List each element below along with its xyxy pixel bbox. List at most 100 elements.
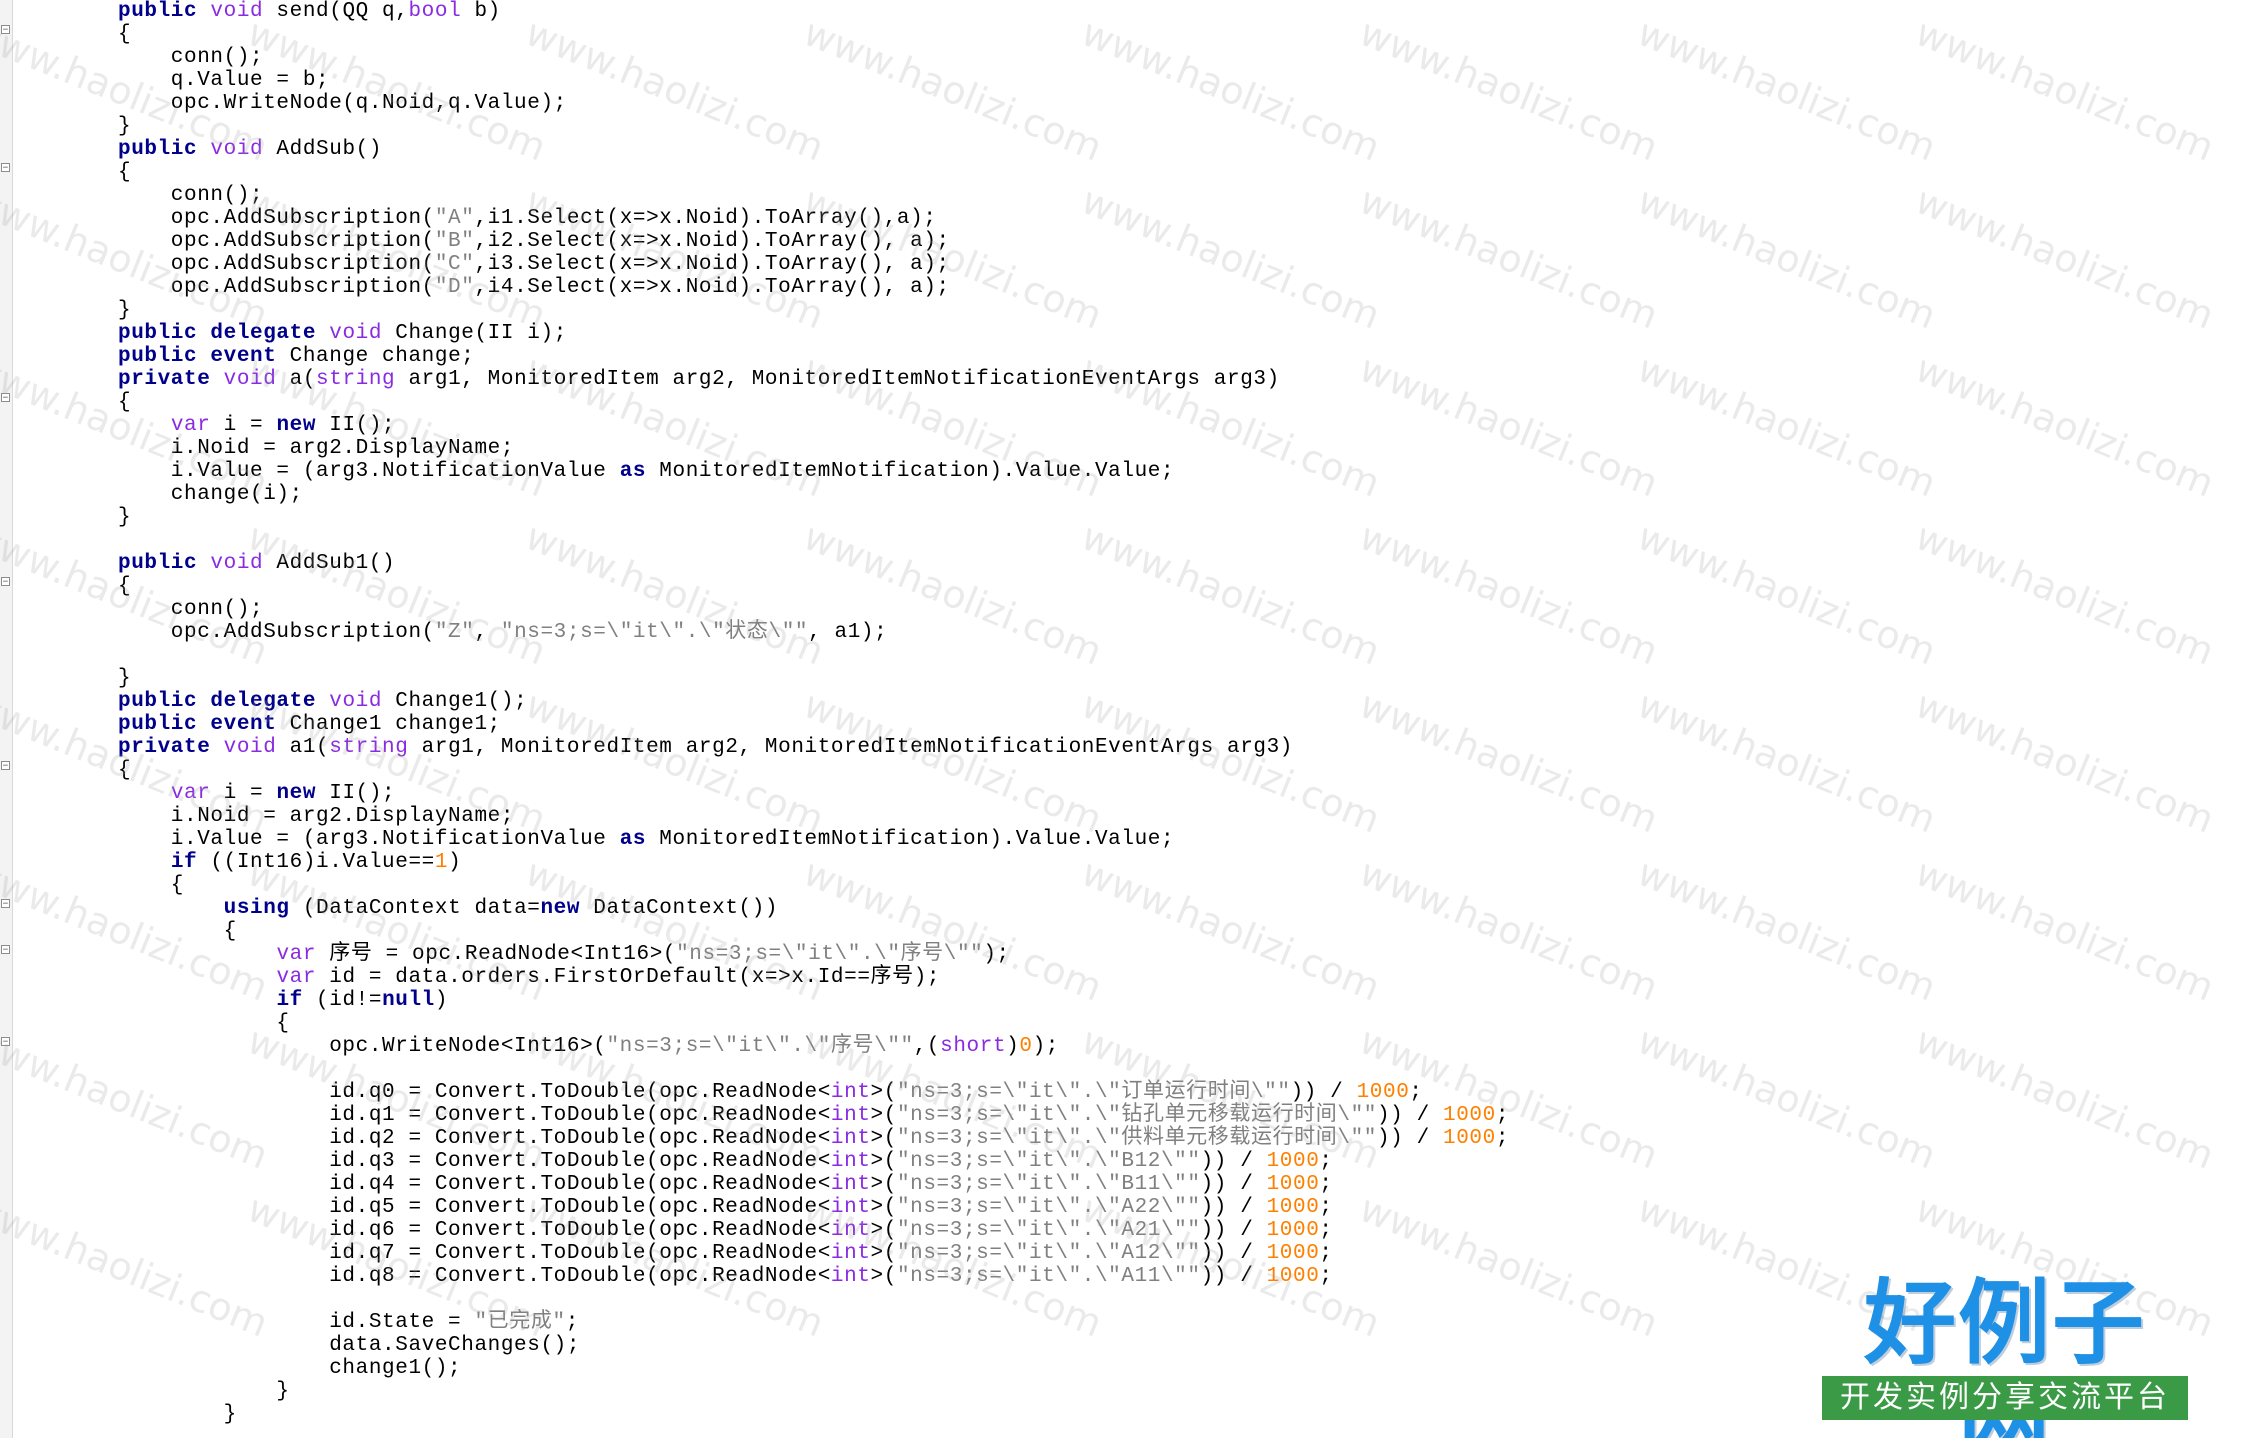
code-line[interactable]: var 序号 = opc.ReadNode<Int16>("ns=3;s=\"i… [118, 943, 1010, 966]
code-line[interactable]: id.q5 = Convert.ToDouble(opc.ReadNode<in… [118, 1196, 1333, 1219]
code-line[interactable]: } [118, 1403, 237, 1426]
code-token: } [118, 299, 132, 322]
code-line[interactable]: } [118, 506, 131, 529]
fold-toggle-icon[interactable]: − [1, 1037, 10, 1047]
code-line[interactable]: id.q6 = Convert.ToDouble(opc.ReadNode<in… [118, 1219, 1333, 1242]
code-editor[interactable]: − − − − − − − − public void send(QQ q,bool b){ … [0, 0, 2262, 1438]
code-token: "ns=3;s=\"it\".\"序号\"" [606, 1035, 914, 1058]
fold-toggle-icon[interactable]: − [1, 393, 10, 403]
code-line[interactable]: q.Value = b; [118, 69, 329, 92]
code-token: data.SaveChanges(); [118, 1334, 581, 1357]
code-token: var [276, 966, 317, 989]
code-token: Change change; [276, 345, 475, 368]
code-token: 1000 [1443, 1127, 1496, 1150]
code-line[interactable]: id.q1 = Convert.ToDouble(opc.ReadNode<in… [118, 1104, 1509, 1127]
code-line[interactable]: opc.WriteNode<Int16>("ns=3;s=\"it\".\"序号… [118, 1035, 1059, 1058]
code-line[interactable]: { [118, 575, 131, 598]
code-line[interactable]: change1(); [118, 1357, 461, 1380]
code-line[interactable]: { [118, 23, 131, 46]
code-line[interactable]: conn(); [118, 184, 263, 207]
code-token: id.q3 = Convert.ToDouble(opc.ReadNode< [118, 1150, 831, 1173]
code-token: private [118, 736, 211, 759]
fold-toggle-icon[interactable]: − [1, 163, 10, 173]
code-line[interactable]: opc.WriteNode(q.Noid,q.Value); [118, 92, 567, 115]
code-line[interactable]: } [118, 115, 131, 138]
code-line[interactable]: conn(); [118, 598, 263, 621]
code-line[interactable]: opc.AddSubscription("A",i1.Select(x=>x.N… [118, 207, 937, 230]
code-token: 1000 [1266, 1219, 1320, 1242]
code-line[interactable]: public void AddSub1() [118, 552, 395, 575]
code-line[interactable]: id.q0 = Convert.ToDouble(opc.ReadNode<in… [118, 1081, 1423, 1104]
code-line[interactable]: opc.AddSubscription("B",i2.Select(x=>x.N… [118, 230, 950, 253]
code-line[interactable]: public event Change change; [118, 345, 474, 368]
code-line[interactable]: { [118, 1012, 290, 1035]
fold-toggle-icon[interactable]: − [1, 945, 10, 955]
code-line[interactable]: var i = new II(); [118, 782, 395, 805]
code-line[interactable]: i.Value = (arg3.NotificationValue as Mon… [118, 460, 1174, 483]
code-line[interactable]: id.State = "已完成"; [118, 1311, 579, 1334]
code-line[interactable]: i.Noid = arg2.DisplayName; [118, 805, 514, 828]
code-token: void [210, 138, 264, 161]
code-token: "C" [434, 253, 475, 276]
code-line[interactable]: { [118, 759, 131, 782]
code-line[interactable]: id.q8 = Convert.ToDouble(opc.ReadNode<in… [118, 1265, 1333, 1288]
code-token: >( [870, 1196, 897, 1219]
code-line[interactable]: opc.AddSubscription("Z", "ns=3;s=\"it\".… [118, 621, 887, 644]
code-line[interactable]: } [118, 299, 131, 322]
code-line[interactable]: using (DataContext data=new DataContext(… [118, 897, 778, 920]
code-line[interactable]: } [118, 667, 131, 690]
code-line[interactable]: private void a(string arg1, MonitoredIte… [118, 368, 1280, 391]
code-token: id.q4 = Convert.ToDouble(opc.ReadNode< [118, 1173, 831, 1196]
code-token: if [276, 989, 303, 1012]
code-line[interactable]: id.q2 = Convert.ToDouble(opc.ReadNode<in… [118, 1127, 1509, 1150]
code-line[interactable]: id.q7 = Convert.ToDouble(opc.ReadNode<in… [118, 1242, 1333, 1265]
code-line[interactable]: public void send(QQ q,bool b) [118, 0, 501, 23]
code-line[interactable]: opc.AddSubscription("D",i4.Select(x=>x.N… [118, 276, 950, 299]
code-line[interactable]: opc.AddSubscription("C",i3.Select(x=>x.N… [118, 253, 950, 276]
code-line[interactable]: var id = data.orders.FirstOrDefault(x=>x… [118, 966, 940, 989]
code-token: 1000 [1266, 1242, 1320, 1265]
code-line[interactable]: { [118, 161, 131, 184]
code-line[interactable]: conn(); [118, 46, 263, 69]
code-token: change1(); [118, 1357, 462, 1380]
code-line[interactable]: var i = new II(); [118, 414, 395, 437]
code-line[interactable]: data.SaveChanges(); [118, 1334, 580, 1357]
fold-toggle-icon[interactable]: − [1, 25, 10, 35]
code-area[interactable]: public void send(QQ q,bool b){ conn(); q… [118, 0, 2262, 1438]
code-token: ; [1495, 1127, 1510, 1150]
code-line[interactable]: if ((Int16)i.Value==1) [118, 851, 461, 874]
code-token: q.Value = b; [118, 69, 330, 92]
code-line[interactable]: i.Value = (arg3.NotificationValue as Mon… [118, 828, 1174, 851]
code-line[interactable]: private void a1(string arg1, MonitoredIt… [118, 736, 1293, 759]
code-line[interactable]: if (id!=null) [118, 989, 448, 1012]
code-line[interactable]: } [118, 1380, 290, 1403]
code-line[interactable]: id.q4 = Convert.ToDouble(opc.ReadNode<in… [118, 1173, 1333, 1196]
code-line[interactable]: public delegate void Change(II i); [118, 322, 567, 345]
code-token: )) / [1200, 1242, 1267, 1265]
fold-toggle-icon[interactable]: − [1, 899, 10, 909]
code-line[interactable]: i.Noid = arg2.DisplayName; [118, 437, 514, 460]
code-line[interactable]: { [118, 391, 131, 414]
code-token: ); [1032, 1035, 1059, 1058]
code-line[interactable]: { [118, 874, 184, 897]
code-token: ,i2.Select(x=>x.Noid).ToArray(), a); [474, 230, 950, 253]
code-line[interactable]: public void AddSub() [118, 138, 382, 161]
code-token: int [830, 1196, 871, 1219]
code-token: int [830, 1127, 871, 1150]
fold-toggle-icon[interactable]: − [1, 577, 10, 587]
code-token: id.q8 = Convert.ToDouble(opc.ReadNode< [118, 1265, 831, 1288]
code-line[interactable]: public event Change1 change1; [118, 713, 501, 736]
code-token: using [223, 897, 290, 920]
fold-toggle-icon[interactable]: − [1, 761, 10, 771]
code-line[interactable]: { [118, 920, 237, 943]
code-line[interactable]: id.q3 = Convert.ToDouble(opc.ReadNode<in… [118, 1150, 1333, 1173]
code-token: "ns=3;s=\"it\".\"B12\"" [896, 1150, 1201, 1173]
code-token: AddSub() [263, 138, 383, 161]
code-line[interactable]: public delegate void Change1(); [118, 690, 527, 713]
code-line[interactable]: change(i); [118, 483, 303, 506]
code-token: id.q1 = Convert.ToDouble(opc.ReadNode< [118, 1104, 831, 1127]
code-token: } [118, 506, 132, 529]
